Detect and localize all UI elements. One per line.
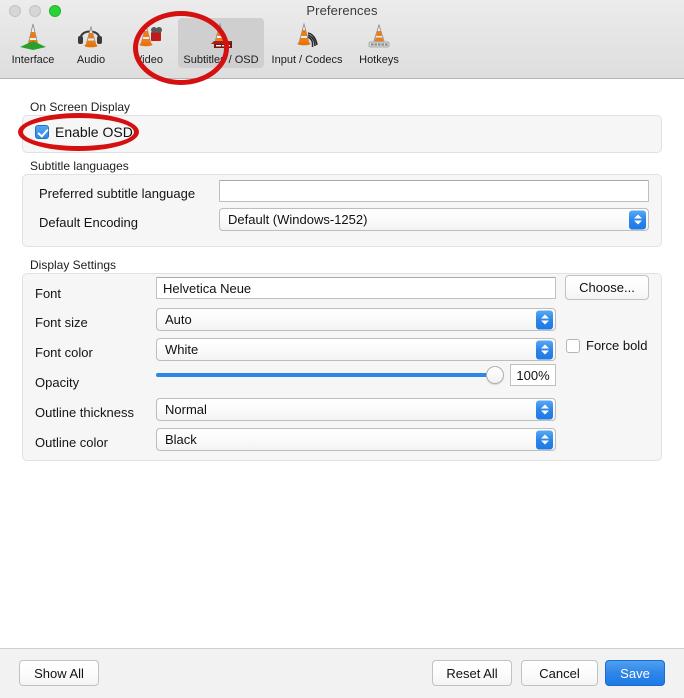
- toolbar-label-input-codecs: Input / Codecs: [271, 54, 343, 66]
- font-color-label: Font color: [35, 345, 93, 360]
- outline-thickness-select[interactable]: Normal: [156, 398, 556, 421]
- toolbar-item-hotkeys[interactable]: Hotkeys: [350, 18, 408, 68]
- default-encoding-select[interactable]: Default (Windows-1252): [219, 208, 649, 231]
- choose-font-button[interactable]: Choose...: [565, 275, 649, 300]
- outline-color-value: Black: [165, 432, 197, 447]
- font-label: Font: [35, 286, 62, 301]
- opacity-label: Opacity: [35, 375, 80, 390]
- save-button[interactable]: Save: [605, 660, 665, 686]
- font-input[interactable]: Helvetica Neue: [156, 277, 556, 299]
- outline-color-stepper-icon[interactable]: [536, 430, 553, 449]
- toolbar-label-video: Video: [135, 54, 163, 66]
- enable-osd-label: Enable OSD: [55, 124, 133, 140]
- force-bold-checkbox-box[interactable]: [566, 338, 580, 353]
- default-encoding-value: Default (Windows-1252): [228, 212, 368, 227]
- opacity-slider-fill: [156, 373, 495, 377]
- group-label-subtitle-languages: Subtitle languages: [30, 159, 129, 173]
- toolbar-item-subtitles-osd[interactable]: Subtitles / OSD: [178, 18, 264, 68]
- opacity-slider-knob[interactable]: [486, 366, 504, 384]
- vlc-cone-video-icon: [132, 21, 166, 52]
- toolbar-label-interface: Interface: [11, 54, 55, 66]
- enable-osd-checkbox[interactable]: Enable OSD: [35, 124, 133, 140]
- window-title: Preferences: [306, 3, 378, 18]
- outline-color-select[interactable]: Black: [156, 428, 556, 451]
- vlc-cone-hotkeys-icon: [362, 21, 396, 52]
- force-bold-label: Force bold: [586, 338, 648, 353]
- preferred-subtitle-language-input[interactable]: [219, 180, 649, 202]
- toolbar-label-audio: Audio: [76, 54, 106, 66]
- enable-osd-checkbox-box[interactable]: [35, 125, 49, 139]
- preferences-toolbar: Interface Audio Video Subtitles / OSD In…: [4, 18, 408, 68]
- toolbar-item-audio[interactable]: Audio: [62, 18, 120, 68]
- group-label-on-screen-display: On Screen Display: [30, 100, 131, 114]
- show-all-button[interactable]: Show All: [19, 660, 99, 686]
- preferences-content: On Screen Display Enable OSD Subtitle la…: [0, 79, 684, 648]
- cancel-button[interactable]: Cancel: [521, 660, 598, 686]
- dialog-footer: Show All Reset All Cancel Save: [0, 648, 684, 698]
- vlc-cone-subtitles-icon: [204, 21, 238, 52]
- force-bold-checkbox[interactable]: Force bold: [566, 338, 647, 353]
- font-size-select[interactable]: Auto: [156, 308, 556, 331]
- toolbar-label-subtitles-osd: Subtitles / OSD: [183, 54, 259, 66]
- outline-thickness-label: Outline thickness: [35, 405, 134, 420]
- toolbar-item-input-codecs[interactable]: Input / Codecs: [264, 18, 350, 68]
- group-label-display-settings: Display Settings: [30, 258, 117, 272]
- font-color-stepper-icon[interactable]: [536, 340, 553, 359]
- toolbar-item-video[interactable]: Video: [120, 18, 178, 68]
- vlc-cone-audio-icon: [74, 21, 108, 52]
- preferred-subtitle-language-label: Preferred subtitle language: [39, 186, 196, 201]
- vlc-cone-input-icon: [290, 21, 324, 52]
- default-encoding-stepper-icon[interactable]: [629, 210, 646, 229]
- default-encoding-label: Default Encoding: [39, 215, 139, 230]
- font-size-stepper-icon[interactable]: [536, 310, 553, 329]
- opacity-value[interactable]: 100%: [510, 364, 556, 386]
- vlc-cone-interface-icon: [16, 21, 50, 52]
- opacity-slider[interactable]: [156, 365, 504, 385]
- toolbar-label-hotkeys: Hotkeys: [359, 54, 399, 66]
- font-size-value: Auto: [165, 312, 192, 327]
- reset-all-button[interactable]: Reset All: [432, 660, 512, 686]
- font-color-value: White: [165, 342, 199, 357]
- outline-thickness-value: Normal: [165, 402, 207, 417]
- outline-thickness-stepper-icon[interactable]: [536, 400, 553, 419]
- outline-color-label: Outline color: [35, 435, 108, 450]
- font-color-select[interactable]: White: [156, 338, 556, 361]
- window-titlebar: Preferences Interface Audio Video Subtit…: [0, 0, 684, 79]
- font-size-label: Font size: [35, 315, 88, 330]
- toolbar-item-interface[interactable]: Interface: [4, 18, 62, 68]
